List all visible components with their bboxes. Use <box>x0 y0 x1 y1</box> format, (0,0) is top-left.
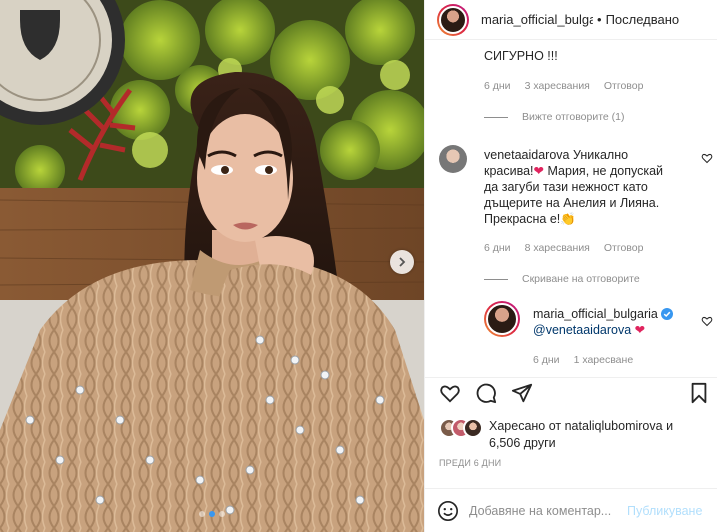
comment-age[interactable]: 6 дни <box>484 242 511 254</box>
comment-text-line3: да загуби тази нежност като <box>484 180 648 194</box>
comment-text-line2b: Мария, не допускай <box>544 164 664 178</box>
likes-prefix: Харесано от <box>489 419 565 433</box>
likers-avatars[interactable] <box>439 418 483 440</box>
like-comment-heart-icon[interactable] <box>701 152 713 164</box>
reply-button[interactable]: Отговор <box>604 80 644 92</box>
comment-text-line4: дъщерите на Анелия и Лияна. <box>484 196 660 210</box>
reply-author-avatar[interactable] <box>484 301 520 337</box>
commenter-avatar[interactable] <box>439 145 467 173</box>
reply-age[interactable]: 6 дни <box>533 354 560 366</box>
liker-username[interactable]: nataliqlubomirova <box>565 419 663 433</box>
reply-username[interactable]: maria_official_bulgaria <box>533 306 658 322</box>
header-separator: • <box>597 12 602 27</box>
view-replies-button[interactable]: Вижте отговорите (1) <box>484 111 624 123</box>
hide-replies-button[interactable]: Скриване на отговорите <box>484 273 640 285</box>
clap-emoji: 👏 <box>560 212 576 226</box>
comment-text: СИГУРНО !!! <box>484 49 558 63</box>
comments-list[interactable]: СИГУРНО !!! 6 дни 3 харесвания Отговор В… <box>425 41 717 377</box>
author-avatar[interactable] <box>437 3 469 36</box>
hide-replies-label: Скриване на отговорите <box>522 273 640 285</box>
add-comment-bar: Публикуване <box>425 488 717 532</box>
likes-count[interactable]: 6,506 други <box>489 436 556 450</box>
verified-badge-icon <box>660 308 673 320</box>
heart-emoji: ❤ <box>634 323 646 337</box>
like-reply-heart-icon[interactable] <box>701 315 713 327</box>
comment-text-line2: красива! <box>484 164 534 178</box>
emoji-smiley-icon[interactable] <box>437 500 459 522</box>
likes-text: Харесано от nataliqlubomirova и 6,506 др… <box>489 418 673 452</box>
carousel-dot <box>199 511 205 517</box>
view-replies-label: Вижте отговорите (1) <box>522 111 625 123</box>
chevron-right-icon <box>399 257 406 267</box>
author-username[interactable]: maria_official_bulgaria <box>481 12 593 27</box>
reply-meta: 6 дни 1 харесване <box>533 354 633 366</box>
like-heart-icon[interactable] <box>439 382 461 404</box>
post-timestamp[interactable]: ПРЕДИ 6 ДНИ <box>439 458 501 468</box>
commenter-username[interactable]: venetaaidarova <box>484 148 569 162</box>
mention-link[interactable]: @venetaaidarova <box>533 323 631 337</box>
comment-likes[interactable]: 3 харесвания <box>525 80 590 92</box>
comment-age[interactable]: 6 дни <box>484 80 511 92</box>
likes-summary: Харесано от nataliqlubomirova и 6,506 др… <box>439 418 709 452</box>
post-photo[interactable] <box>0 0 424 532</box>
following-button[interactable]: Последвано <box>606 12 680 27</box>
carousel-next-button[interactable] <box>390 250 414 274</box>
reply-likes[interactable]: 1 харесване <box>574 354 634 366</box>
comment-bubble-icon[interactable] <box>475 382 497 404</box>
share-paper-plane-icon[interactable] <box>511 382 533 404</box>
post-comment-button[interactable]: Публикуване <box>627 504 702 518</box>
carousel-dots <box>0 511 424 517</box>
likes-suffix: и <box>662 419 674 433</box>
carousel-dot <box>219 511 225 517</box>
comment-text-line5: Прекрасна е! <box>484 212 561 226</box>
comment-body: venetaaidarova Уникално красива!❤ Мария,… <box>484 147 684 227</box>
reply-body: maria_official_bulgaria @venetaaidarova … <box>533 306 693 338</box>
comment-text-line1: Уникално <box>572 148 629 162</box>
post-sidebar: maria_official_bulgaria • Последвано СИГ… <box>424 0 717 532</box>
photo-illustration <box>0 0 424 532</box>
comment-input[interactable] <box>469 503 619 518</box>
post-actions <box>425 377 717 409</box>
reply-button[interactable]: Отговор <box>604 242 644 254</box>
comment-meta: 6 дни 3 харесвания Отговор <box>484 80 643 92</box>
comment-meta: 6 дни 8 харесвания Отговор <box>484 242 643 254</box>
heart-emoji: ❤ <box>533 164 545 178</box>
comment-likes[interactable]: 8 харесвания <box>525 242 590 254</box>
carousel-dot-active <box>209 511 215 517</box>
post-header: maria_official_bulgaria • Последвано <box>425 0 717 40</box>
save-bookmark-icon[interactable] <box>689 382 709 404</box>
